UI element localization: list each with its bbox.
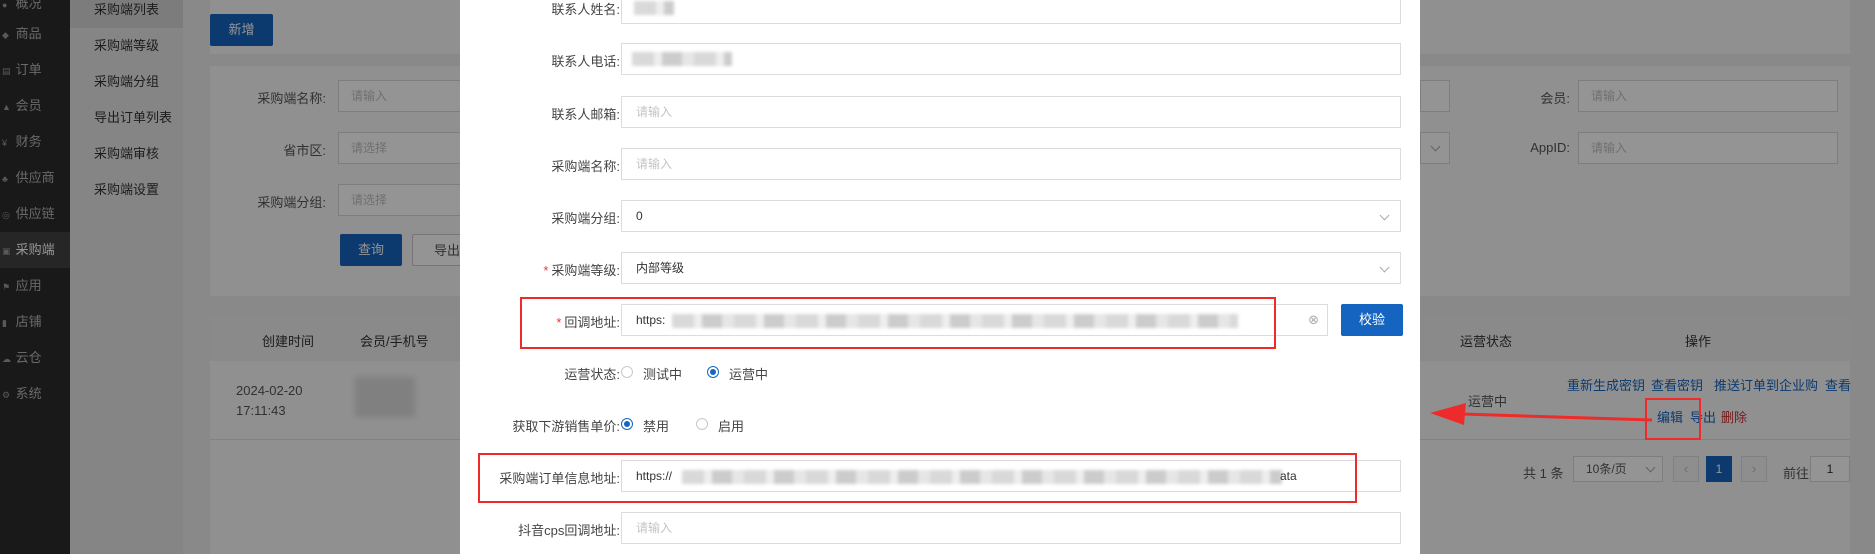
radio-disable-label[interactable]: 禁用	[643, 416, 669, 435]
select-value: 0	[636, 209, 643, 223]
select-value: 内部等级	[636, 261, 685, 275]
purchaser-group-select[interactable]: 0	[621, 200, 1401, 232]
contact-email-label: 联系人邮箱:	[551, 107, 620, 122]
purchaser-level-label: * 采购端等级:	[543, 260, 620, 279]
radio-operating-label[interactable]: 运营中	[729, 364, 768, 383]
op-status-label: 运营状态:	[564, 367, 620, 382]
contact-phone-input[interactable]	[621, 43, 1401, 75]
purchaser-group-label: 采购端分组:	[551, 211, 620, 226]
purchaser-name-input[interactable]: 请输入	[621, 148, 1401, 180]
radio-operating[interactable]	[707, 366, 719, 378]
red-arrow-icon	[1430, 403, 1653, 425]
clear-icon[interactable]: ⊗	[1308, 305, 1319, 335]
label-text: 采购端等级:	[551, 263, 620, 278]
radio-disable[interactable]	[621, 418, 633, 430]
purchaser-level-select[interactable]: 内部等级	[621, 252, 1401, 284]
redacted-value	[634, 1, 674, 15]
douyin-cps-url-input[interactable]: 请输入	[621, 512, 1401, 544]
radio-testing-label[interactable]: 测试中	[643, 364, 682, 383]
radio-enable[interactable]	[696, 418, 708, 430]
radio-enable-label[interactable]: 启用	[718, 416, 744, 435]
contact-phone-label: 联系人电话:	[551, 54, 620, 69]
redacted-value	[632, 52, 732, 66]
douyin-cps-url-label: 抖音cps回调地址:	[518, 523, 620, 538]
chevron-down-icon	[1379, 210, 1390, 221]
purchaser-name-label: 采购端名称:	[551, 159, 620, 174]
verify-button[interactable]: 校验	[1341, 304, 1403, 336]
contact-name-input[interactable]	[621, 0, 1401, 24]
downstream-price-label: 获取下游销售单价:	[512, 419, 620, 434]
required-marker: *	[543, 263, 549, 278]
contact-name-label: 联系人姓名:	[551, 2, 620, 17]
highlight-order-info-url	[478, 453, 1357, 503]
radio-testing[interactable]	[621, 366, 633, 378]
chevron-down-icon	[1379, 262, 1390, 273]
highlight-callback-url	[520, 297, 1276, 349]
contact-email-input[interactable]: 请输入	[621, 96, 1401, 128]
